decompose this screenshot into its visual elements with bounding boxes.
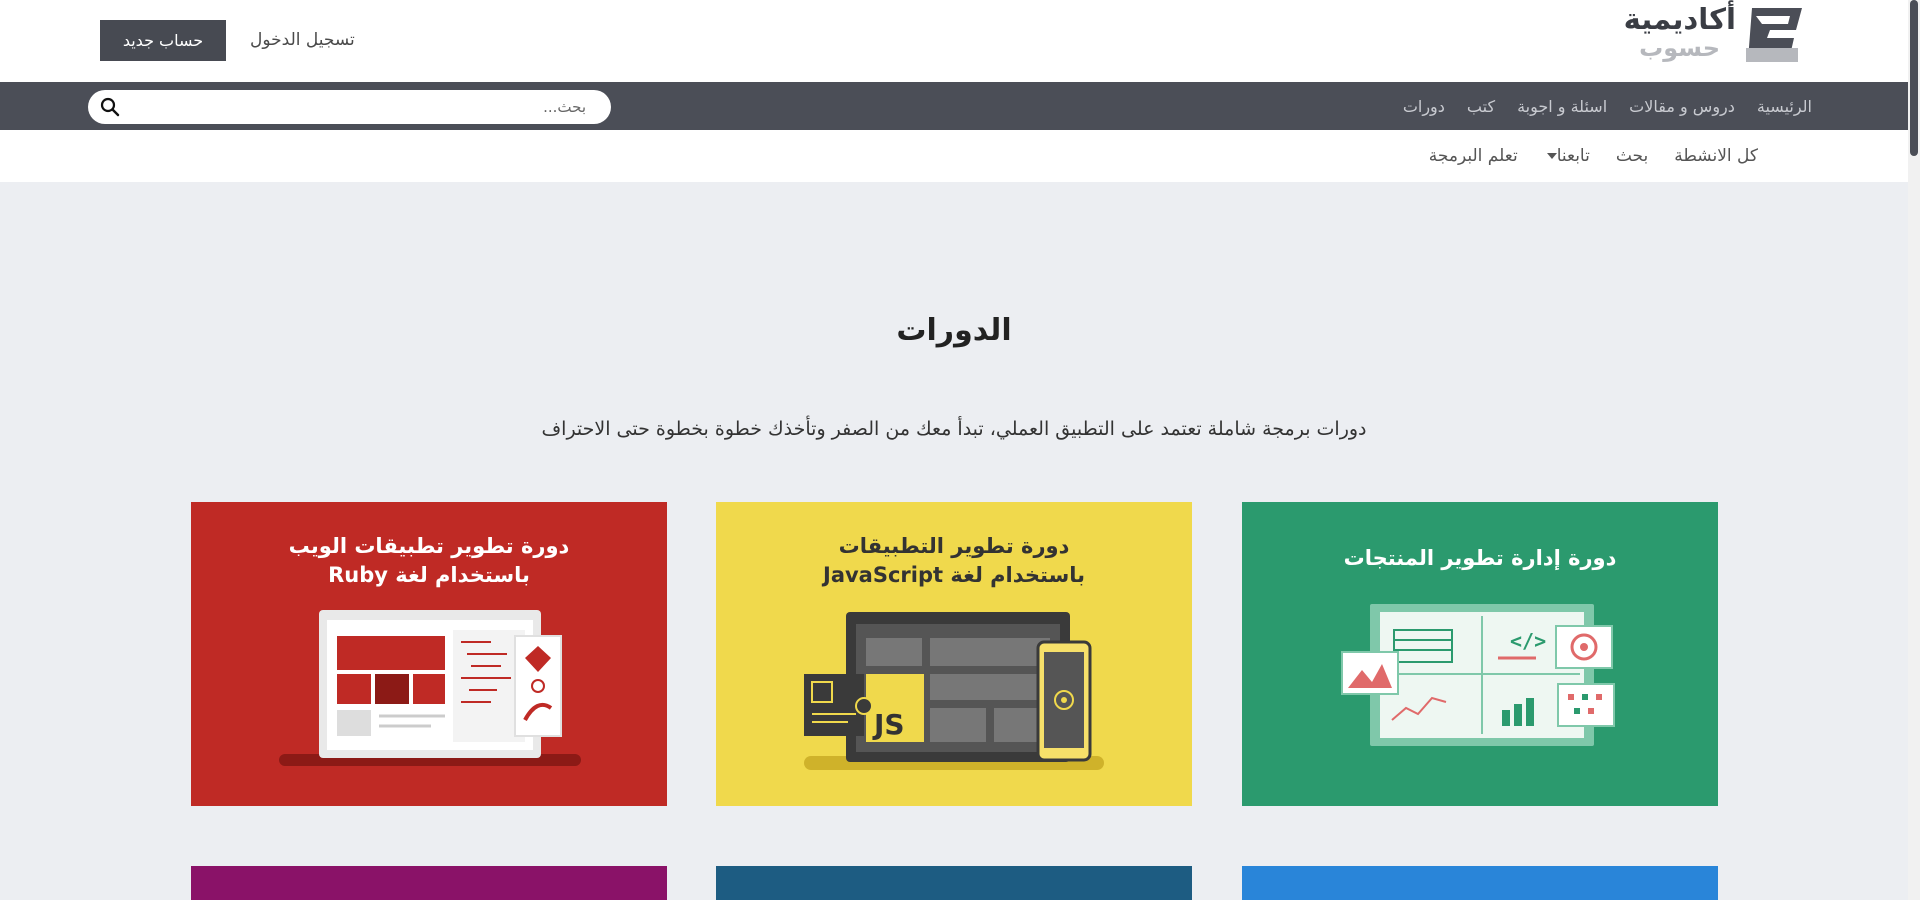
page-title: الدورات [896, 313, 1012, 348]
course-card-row2-middle[interactable] [716, 866, 1192, 900]
scrollbar[interactable] [1908, 0, 1920, 900]
logo-title: أكاديمية [1623, 2, 1736, 36]
subnav-item-activity[interactable]: كل الانشطة [1674, 146, 1758, 166]
chevron-down-icon [1546, 153, 1557, 159]
search-icon[interactable] [100, 97, 120, 117]
main-nav: الرئيسية دروس و مقالات اسئلة و اجوبة كتب… [0, 82, 1908, 130]
course-title-line2: باستخدام لغة Ruby [328, 563, 530, 587]
logo-mark-icon [1746, 8, 1802, 62]
nav-item-books[interactable]: كتب [1467, 97, 1495, 116]
top-bar: أكاديمية حسوب حساب جديد تسجيل الدخول [0, 0, 1908, 82]
js-badge: JS [872, 708, 905, 741]
course-title-line1: دورة تطوير تطبيقات الويب [288, 534, 570, 558]
course-title-line1: دورة تطوير التطبيقات [838, 534, 1070, 558]
nav-item-home[interactable]: الرئيسية [1757, 97, 1812, 116]
login-link[interactable]: تسجيل الدخول [250, 30, 355, 50]
new-account-button[interactable]: حساب جديد [100, 20, 226, 61]
course-title-line: دورة إدارة تطوير المنتجات [1343, 546, 1617, 570]
course-card-ruby[interactable]: دورة تطوير تطبيقات الويب باستخدام لغة Ru… [191, 502, 667, 806]
course-title: دورة تطوير التطبيقات باستخدام لغة JavaSc… [716, 532, 1192, 590]
scrollbar-thumb[interactable] [1910, 0, 1918, 156]
subnav-item-follow-label: تابعنا [1556, 146, 1590, 166]
sub-nav-links: كل الانشطة بحث تابعنا تعلم البرمجة [1429, 130, 1758, 182]
subnav-item-learn-programming[interactable]: تعلم البرمجة [1429, 146, 1518, 166]
course-card-javascript[interactable]: JS دورة تطوير التطبيقات باستخدام لغة Jav… [716, 502, 1192, 806]
nav-item-articles[interactable]: دروس و مقالات [1629, 97, 1735, 116]
course-card-row2-left[interactable] [191, 866, 667, 900]
subnav-item-search[interactable]: بحث [1616, 146, 1648, 166]
course-title-line2: باستخدام لغة JavaScript [823, 563, 1085, 587]
search-input[interactable] [132, 90, 592, 124]
sub-nav: كل الانشطة بحث تابعنا تعلم البرمجة [0, 130, 1908, 182]
search-box [88, 90, 611, 124]
course-card-product-management[interactable]: </> دورة إدارة تطوير المنتجات [1242, 502, 1718, 806]
logo-subtitle: حسوب [1639, 34, 1720, 62]
course-title: دورة إدارة تطوير المنتجات [1242, 544, 1718, 573]
nav-item-courses[interactable]: دورات [1403, 97, 1445, 116]
page-description: دورات برمجة شاملة تعتمد على التطبيق العم… [541, 418, 1367, 440]
course-card-row2-right[interactable] [1242, 866, 1718, 900]
nav-item-questions[interactable]: اسئلة و اجوبة [1517, 97, 1607, 116]
course-title: دورة تطوير تطبيقات الويب باستخدام لغة Ru… [191, 532, 667, 590]
logo[interactable]: أكاديمية حسوب [1608, 2, 1808, 70]
subnav-item-follow[interactable]: تابعنا [1544, 146, 1590, 166]
nav-links: الرئيسية دروس و مقالات اسئلة و اجوبة كتب… [1403, 82, 1812, 130]
svg-text:</>: </> [1510, 629, 1546, 653]
